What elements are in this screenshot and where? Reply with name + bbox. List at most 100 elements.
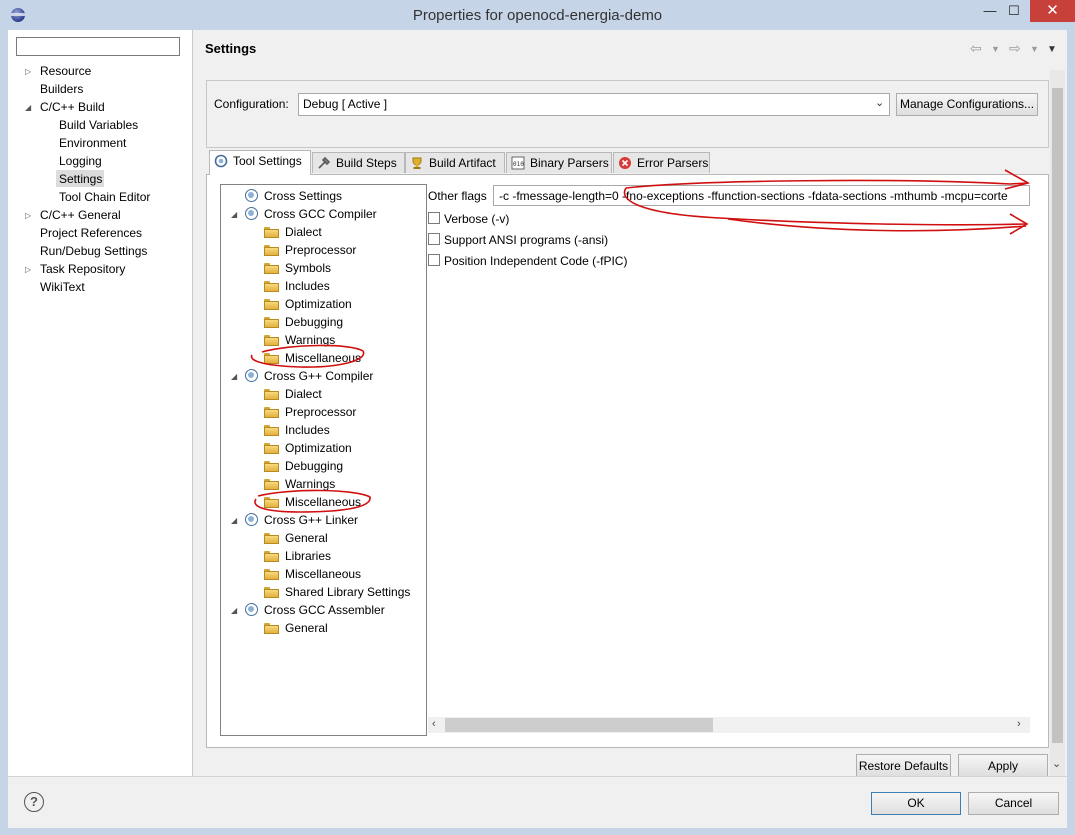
tree-item-label: Optimization bbox=[285, 297, 352, 311]
folder-icon bbox=[264, 622, 279, 634]
tree-item[interactable]: Preprocessor bbox=[264, 243, 356, 257]
folder-icon bbox=[264, 280, 279, 292]
sidebar-item-environment[interactable]: Environment bbox=[59, 136, 126, 150]
collapsed-icon[interactable]: ▷ bbox=[25, 67, 31, 76]
sidebar-item-run-debug-settings[interactable]: Run/Debug Settings bbox=[40, 244, 147, 258]
expanded-icon[interactable]: ◢ bbox=[231, 210, 237, 219]
expanded-icon[interactable]: ◢ bbox=[231, 516, 237, 525]
sidebar-item-resource[interactable]: Resource bbox=[40, 64, 91, 78]
sidebar-item-build-variables[interactable]: Build Variables bbox=[59, 118, 138, 132]
tree-item[interactable]: Optimization bbox=[264, 441, 352, 455]
build-artifact-icon bbox=[412, 157, 422, 169]
forward-arrow-icon[interactable]: ⇨ bbox=[1009, 40, 1021, 57]
svg-text:010: 010 bbox=[513, 161, 524, 168]
view-menu-icon[interactable]: ▼ bbox=[1047, 44, 1057, 55]
sidebar-item-tool-chain-editor[interactable]: Tool Chain Editor bbox=[59, 190, 150, 204]
ansi-checkbox[interactable] bbox=[428, 233, 440, 245]
tree-item[interactable]: Dialect bbox=[264, 387, 322, 401]
folder-icon bbox=[264, 424, 279, 436]
window-frame-right bbox=[1067, 30, 1075, 835]
sidebar-item-c-c-build[interactable]: C/C++ Build bbox=[40, 100, 105, 114]
manage-configurations-button[interactable]: Manage Configurations... bbox=[896, 93, 1038, 116]
folder-icon bbox=[264, 226, 279, 238]
sidebar-item-task-repository[interactable]: Task Repository bbox=[40, 262, 125, 276]
scroll-right-icon[interactable]: › bbox=[1017, 718, 1021, 730]
tree-item[interactable]: Cross G++ Linker bbox=[245, 513, 358, 527]
expanded-icon[interactable]: ◢ bbox=[231, 606, 237, 615]
tree-item[interactable]: Cross GCC Assembler bbox=[245, 603, 385, 617]
horizontal-scrollbar-thumb[interactable] bbox=[445, 718, 713, 732]
back-arrow-icon[interactable]: ⇦ bbox=[970, 40, 982, 57]
tree-item[interactable]: Debugging bbox=[264, 315, 343, 329]
tree-item[interactable]: Optimization bbox=[264, 297, 352, 311]
scroll-left-icon[interactable]: ‹ bbox=[432, 718, 436, 730]
page-title: Settings bbox=[205, 41, 257, 56]
apply-button[interactable]: Apply bbox=[958, 754, 1048, 776]
tree-item[interactable]: Shared Library Settings bbox=[264, 585, 410, 599]
tool-icon bbox=[245, 369, 258, 382]
tab-build-steps[interactable]: Build Steps bbox=[312, 152, 405, 173]
tree-item[interactable]: Cross GCC Compiler bbox=[245, 207, 377, 221]
collapsed-icon[interactable]: ▷ bbox=[25, 211, 31, 220]
sidebar-item-logging[interactable]: Logging bbox=[59, 154, 102, 168]
tool-icon bbox=[245, 207, 258, 220]
tab-tool-settings[interactable]: Tool Settings bbox=[209, 150, 311, 175]
tree-item[interactable]: Includes bbox=[264, 279, 330, 293]
cancel-button[interactable]: Cancel bbox=[968, 792, 1059, 815]
folder-icon bbox=[264, 442, 279, 454]
tree-item[interactable]: Includes bbox=[264, 423, 330, 437]
fpic-checkbox[interactable] bbox=[428, 254, 440, 266]
collapsed-icon[interactable]: ▷ bbox=[25, 265, 31, 274]
vertical-scrollbar-thumb[interactable] bbox=[1052, 88, 1063, 743]
expanded-icon[interactable]: ◢ bbox=[25, 103, 31, 112]
tree-item[interactable]: Symbols bbox=[264, 261, 331, 275]
verbose-checkbox[interactable] bbox=[428, 212, 440, 224]
tree-item-label: Includes bbox=[285, 279, 330, 293]
tree-item-label: Warnings bbox=[285, 477, 336, 491]
sidebar-item-project-references[interactable]: Project References bbox=[40, 226, 142, 240]
tree-item[interactable]: Miscellaneous bbox=[264, 351, 361, 365]
expanded-icon[interactable]: ◢ bbox=[231, 372, 237, 381]
tree-item[interactable]: Preprocessor bbox=[264, 405, 356, 419]
tree-item[interactable]: Miscellaneous bbox=[264, 567, 361, 581]
restore-defaults-button[interactable]: Restore Defaults bbox=[856, 754, 951, 776]
ok-button[interactable]: OK bbox=[871, 792, 961, 815]
tree-item-label: Miscellaneous bbox=[285, 567, 362, 581]
tree-item[interactable]: Debugging bbox=[264, 459, 343, 473]
close-button[interactable]: ✕ bbox=[1030, 0, 1075, 22]
back-dropdown-icon[interactable]: ▼ bbox=[991, 44, 1000, 54]
help-icon[interactable]: ? bbox=[24, 792, 44, 812]
tree-item[interactable]: Miscellaneous bbox=[264, 495, 361, 509]
tree-item[interactable]: General bbox=[264, 531, 328, 545]
sidebar-item-builders[interactable]: Builders bbox=[40, 82, 83, 96]
folder-icon bbox=[264, 586, 279, 598]
forward-dropdown-icon[interactable]: ▼ bbox=[1030, 44, 1039, 54]
tab-label: Tool Settings bbox=[233, 154, 302, 168]
scroll-down-icon[interactable]: ⌄ bbox=[1052, 757, 1061, 770]
chevron-down-icon[interactable]: ⌄ bbox=[875, 96, 884, 109]
tool-icon bbox=[245, 189, 258, 202]
sidebar-item-wikitext[interactable]: WikiText bbox=[40, 280, 85, 294]
folder-icon bbox=[264, 532, 279, 544]
tool-icon bbox=[245, 513, 258, 526]
tab-binary-parsers[interactable]: 010 Binary Parsers bbox=[506, 152, 612, 173]
sidebar-item-settings[interactable]: Settings bbox=[59, 172, 102, 186]
tree-item[interactable]: Cross G++ Compiler bbox=[245, 369, 373, 383]
tree-item[interactable]: Warnings bbox=[264, 333, 335, 347]
maximize-button[interactable]: ☐ bbox=[999, 0, 1029, 22]
tab-error-parsers[interactable]: Error Parsers bbox=[613, 152, 710, 173]
tree-item[interactable]: Libraries bbox=[264, 549, 331, 563]
filter-input[interactable] bbox=[16, 37, 180, 56]
tab-label: Binary Parsers bbox=[530, 156, 609, 170]
tree-item[interactable]: Cross Settings bbox=[245, 189, 342, 203]
tree-item[interactable]: Dialect bbox=[264, 225, 322, 239]
tab-build-artifact[interactable]: Build Artifact bbox=[405, 152, 505, 173]
sidebar-item-c-c-general[interactable]: C/C++ General bbox=[40, 208, 121, 222]
tree-item-label: Warnings bbox=[285, 333, 336, 347]
folder-icon bbox=[264, 478, 279, 490]
folder-icon bbox=[264, 298, 279, 310]
folder-icon bbox=[264, 262, 279, 274]
tree-item[interactable]: Warnings bbox=[264, 477, 335, 491]
tree-item[interactable]: General bbox=[264, 621, 328, 635]
tree-item-label: Cross G++ Compiler bbox=[264, 369, 374, 383]
